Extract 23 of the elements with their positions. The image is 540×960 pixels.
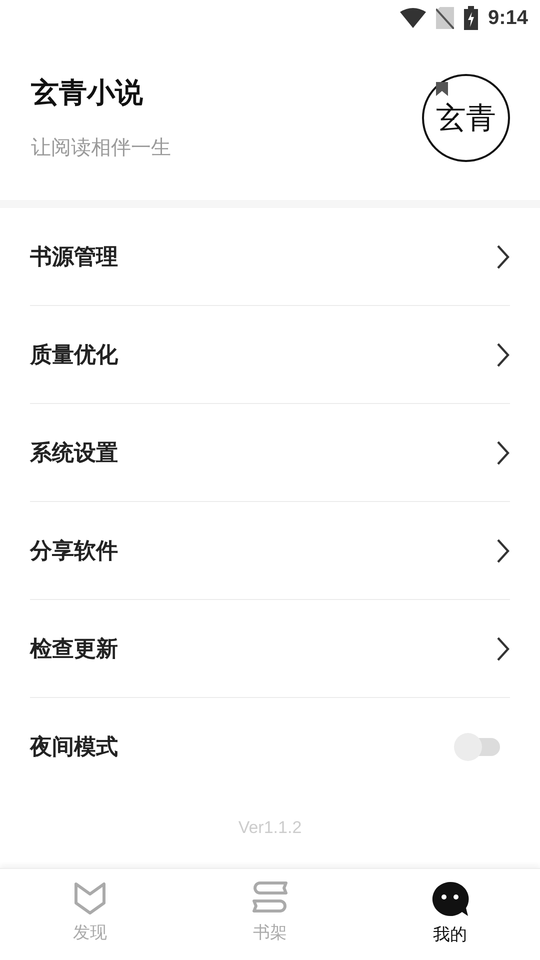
app-logo: 玄青: [422, 74, 510, 162]
toggle-switch[interactable]: [454, 731, 500, 763]
chevron-right-icon: [496, 636, 510, 662]
books-icon: [251, 881, 289, 915]
menu-item-label[interactable]: 夜间模式: [30, 732, 118, 762]
clock-time: 9:14: [488, 6, 528, 30]
chat-bubble-icon: [431, 881, 469, 917]
menu-item-label[interactable]: 检查更新: [30, 634, 118, 664]
menu-item-label[interactable]: 质量优化: [30, 340, 118, 370]
menu-item-label[interactable]: 系统设置: [30, 438, 118, 468]
wifi-icon: [400, 8, 426, 28]
battery-charging-icon: [464, 6, 478, 30]
chevron-right-icon: [496, 440, 510, 466]
app-title: 玄青小说: [31, 74, 144, 110]
shield-icon: [73, 881, 107, 915]
menu-item-label[interactable]: 分享软件: [30, 536, 118, 566]
nav-tab[interactable]: 我的: [360, 869, 540, 960]
chevron-right-icon: [496, 538, 510, 564]
no-sim-icon: [436, 7, 454, 29]
app-slogan: 让阅读相伴一生: [31, 134, 171, 160]
chevron-right-icon: [496, 244, 510, 270]
menu-item-label[interactable]: 书源管理: [30, 242, 118, 272]
chevron-right-icon: [496, 342, 510, 368]
